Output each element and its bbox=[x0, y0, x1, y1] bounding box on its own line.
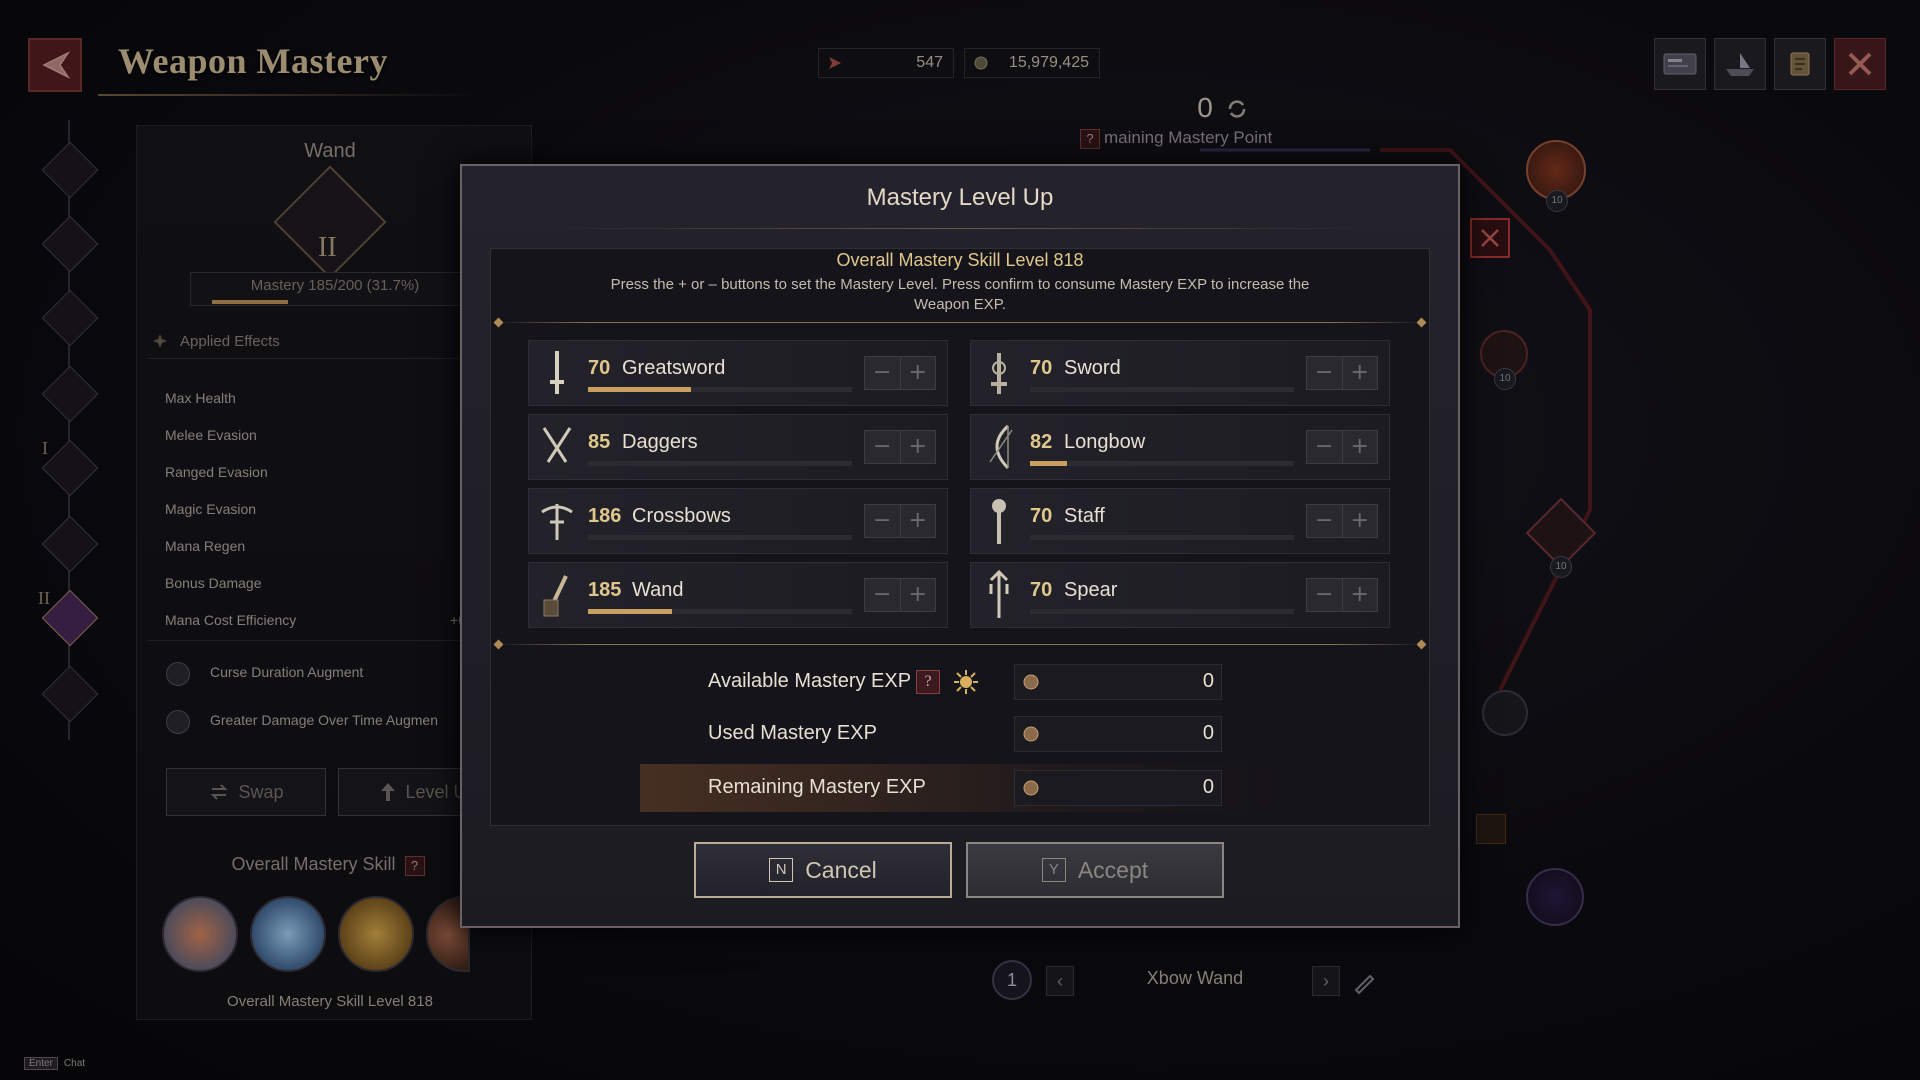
minus-button[interactable]: − bbox=[865, 357, 901, 389]
minus-button[interactable]: − bbox=[1307, 505, 1343, 537]
title-divider bbox=[540, 228, 1380, 229]
level-stepper: − + bbox=[1306, 504, 1378, 538]
level-stepper: − + bbox=[864, 430, 936, 464]
weapon-name: Greatsword bbox=[622, 357, 726, 379]
weapon-level: 82 bbox=[1030, 431, 1053, 453]
weapon-exp-track bbox=[1030, 461, 1294, 466]
greatsword-icon bbox=[540, 347, 574, 399]
available-exp-value: 0 bbox=[1202, 670, 1214, 692]
longbow-icon bbox=[982, 421, 1016, 473]
available-exp-label: Available Mastery EXP bbox=[708, 670, 912, 692]
minus-button[interactable]: − bbox=[1307, 431, 1343, 463]
weapon-name: Staff bbox=[1064, 505, 1105, 527]
plus-button[interactable]: + bbox=[901, 505, 936, 537]
minus-button[interactable]: − bbox=[865, 431, 901, 463]
plus-button[interactable]: + bbox=[1343, 431, 1378, 463]
cancel-button[interactable]: N Cancel bbox=[694, 842, 952, 898]
plus-button[interactable]: + bbox=[901, 357, 936, 389]
accept-button[interactable]: Y Accept bbox=[966, 842, 1224, 898]
plus-button[interactable]: + bbox=[901, 431, 936, 463]
weapon-exp-track bbox=[1030, 535, 1294, 540]
used-exp-value: 0 bbox=[1202, 722, 1214, 744]
weapon-exp-fill bbox=[588, 387, 691, 392]
remaining-exp-label: Remaining Mastery EXP bbox=[708, 776, 926, 798]
weapon-exp-track bbox=[1030, 609, 1294, 614]
sword-icon bbox=[982, 347, 1016, 399]
plus-button[interactable]: + bbox=[1343, 579, 1378, 611]
weapon-exp-track bbox=[588, 461, 852, 466]
help-icon[interactable]: ? bbox=[916, 670, 940, 694]
minus-button[interactable]: − bbox=[865, 505, 901, 537]
used-exp-label: Used Mastery EXP bbox=[708, 722, 877, 744]
minus-button[interactable]: − bbox=[1307, 357, 1343, 389]
level-stepper: − + bbox=[1306, 430, 1378, 464]
cancel-label: Cancel bbox=[805, 856, 877, 883]
plus-button[interactable]: + bbox=[901, 579, 936, 611]
weapon-exp-track bbox=[1030, 387, 1294, 392]
weapon-level: 185 bbox=[588, 579, 622, 601]
sun-icon bbox=[954, 670, 978, 694]
wand-icon bbox=[540, 569, 574, 621]
weapon-level: 85 bbox=[588, 431, 611, 453]
accept-label: Accept bbox=[1077, 856, 1149, 883]
section-divider bbox=[496, 322, 1424, 323]
overall-mastery-subtitle: Overall Mastery Skill Level 818 bbox=[836, 250, 1084, 270]
dialog-title: Mastery Level Up bbox=[866, 184, 1054, 211]
weapon-exp-fill bbox=[1030, 461, 1067, 466]
weapon-level: 186 bbox=[588, 505, 622, 527]
crossbow-icon bbox=[540, 495, 574, 547]
plus-button[interactable]: + bbox=[1343, 357, 1378, 389]
minus-button[interactable]: − bbox=[865, 579, 901, 611]
remaining-exp-value: 0 bbox=[1202, 776, 1214, 798]
staff-icon bbox=[982, 495, 1016, 547]
weapon-level: 70 bbox=[588, 357, 611, 379]
instructions-text: Press the + or – buttons to set the Mast… bbox=[610, 276, 1310, 313]
cancel-hotkey: N bbox=[769, 858, 794, 882]
weapon-name: Spear bbox=[1064, 579, 1118, 601]
plus-button[interactable]: + bbox=[1343, 505, 1378, 537]
weapon-name: Wand bbox=[632, 579, 684, 601]
weapon-name: Sword bbox=[1064, 357, 1121, 379]
level-stepper: − + bbox=[864, 356, 936, 390]
level-stepper: − + bbox=[864, 578, 936, 612]
section-divider bbox=[496, 644, 1424, 645]
weapon-name: Crossbows bbox=[632, 505, 731, 527]
level-stepper: − + bbox=[1306, 578, 1378, 612]
weapon-level: 70 bbox=[1030, 357, 1053, 379]
weapon-level: 70 bbox=[1030, 505, 1053, 527]
weapon-exp-fill bbox=[588, 609, 672, 614]
weapon-level: 70 bbox=[1030, 579, 1053, 601]
weapon-name: Longbow bbox=[1064, 431, 1146, 453]
weapon-name: Daggers bbox=[622, 431, 698, 453]
accept-hotkey: Y bbox=[1041, 858, 1066, 882]
level-stepper: − + bbox=[1306, 356, 1378, 390]
spear-icon bbox=[982, 569, 1016, 621]
minus-button[interactable]: − bbox=[1307, 579, 1343, 611]
level-stepper: − + bbox=[864, 504, 936, 538]
weapon-exp-track bbox=[588, 535, 852, 540]
daggers-icon bbox=[540, 421, 574, 473]
